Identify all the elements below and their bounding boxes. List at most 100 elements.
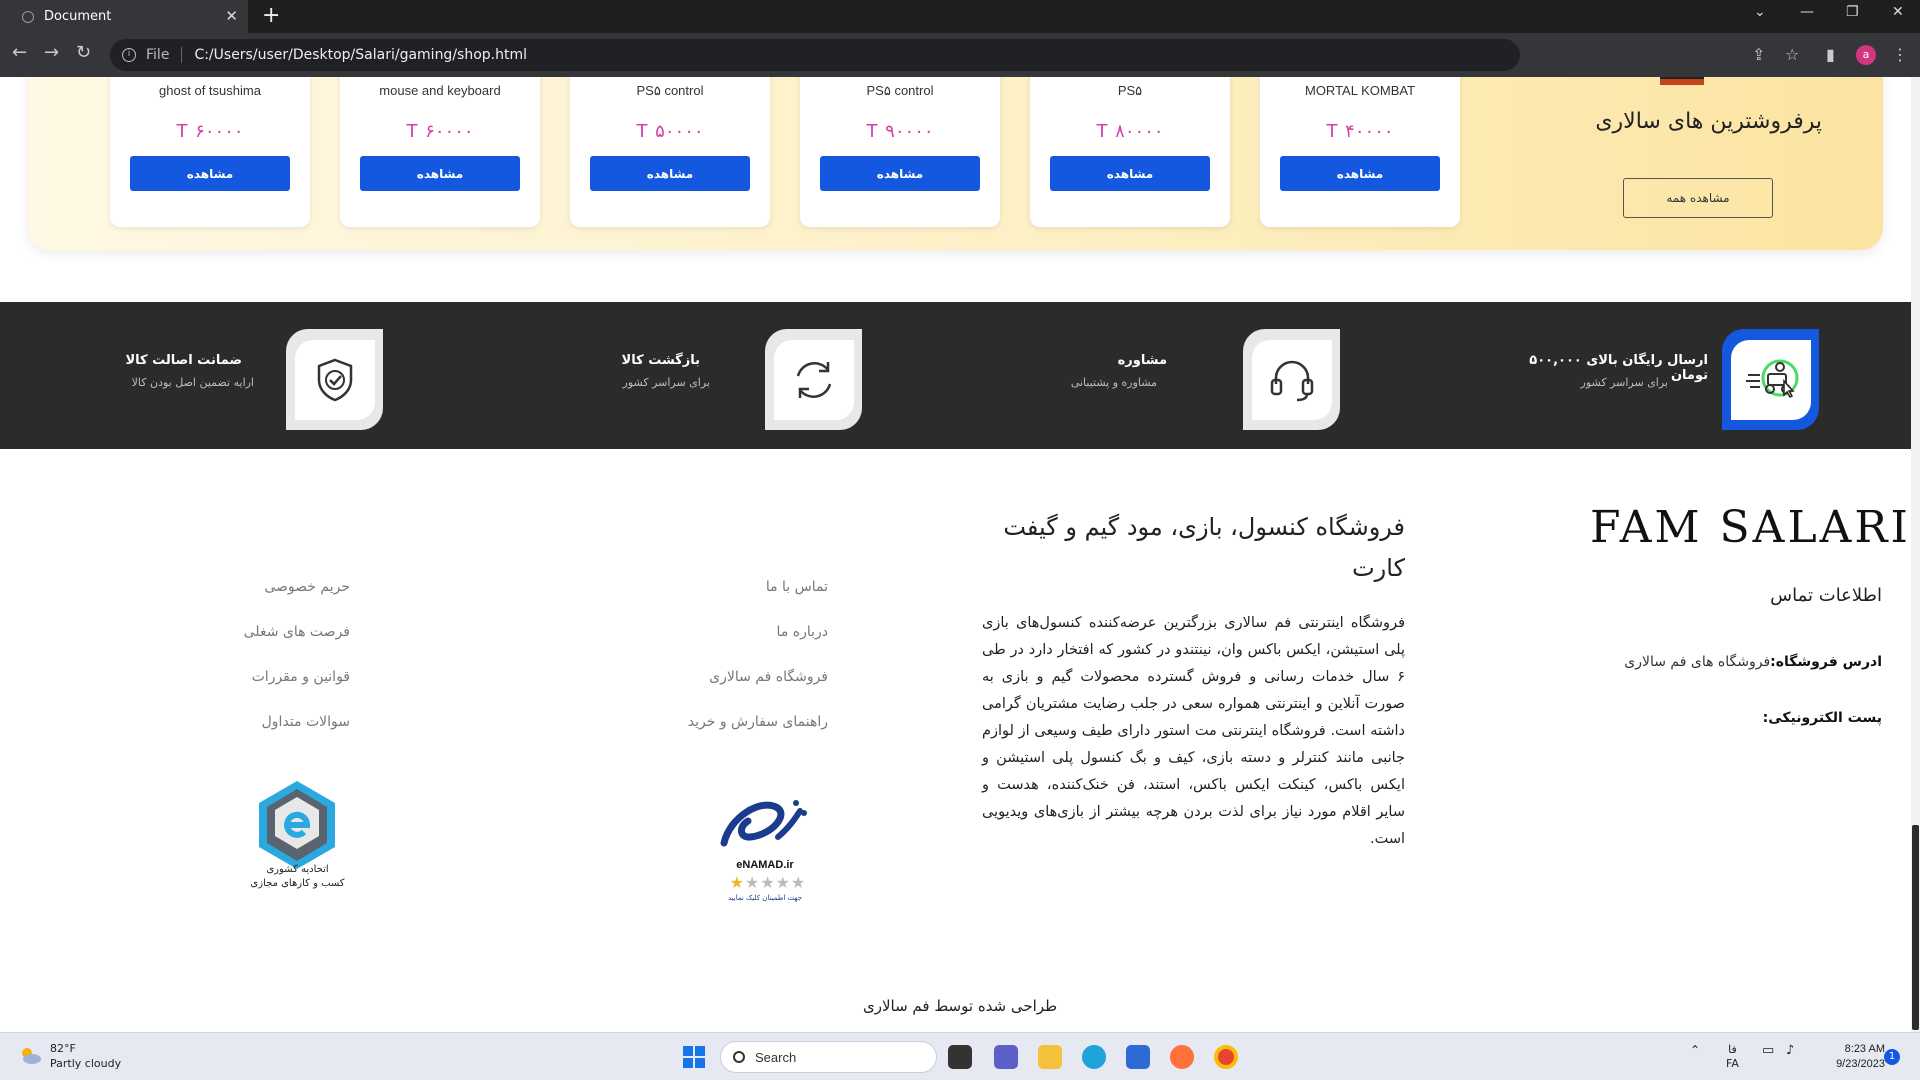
feature-icon-box xyxy=(286,329,383,430)
site-logo[interactable]: FAM SALARI xyxy=(1590,502,1911,553)
edge-icon[interactable] xyxy=(1082,1045,1106,1069)
show-hidden-icons[interactable]: ⌃ xyxy=(1690,1043,1700,1057)
temperature: 82°F xyxy=(50,1042,76,1055)
file-explorer-icon[interactable] xyxy=(1038,1045,1062,1069)
view-product-button[interactable]: مشاهده xyxy=(1050,156,1210,191)
union-badge-icon[interactable] xyxy=(255,777,339,873)
teams-icon[interactable] xyxy=(994,1045,1018,1069)
footer-link[interactable]: راهنمای سفارش و خرید xyxy=(628,714,828,759)
footer-link[interactable]: فرصت های شغلی xyxy=(150,624,350,669)
view-product-button[interactable]: مشاهده xyxy=(130,156,290,191)
menu-icon[interactable]: ⋮ xyxy=(1892,45,1908,64)
store-address: ادرس فروشگاه:فروشگاه های فم سالاری xyxy=(1520,654,1882,670)
enamad-name: eNAMAD.ir xyxy=(736,859,794,871)
browser-toolbar: ← → ↻ i File C:/Users/user/Desktop/Salar… xyxy=(0,33,1920,77)
union-badge-line2: کسب و کارهای مجازی xyxy=(250,878,345,889)
page-viewport: ghost of tsushima T ۶۰۰۰۰ مشاهده mouse a… xyxy=(0,77,1920,1032)
tab-search-icon[interactable]: ⌄ xyxy=(1754,4,1766,20)
footer-link[interactable]: حریم خصوصی xyxy=(150,579,350,624)
union-badge-caption: اتحادیه کشوری کسب و کارهای مجازی xyxy=(230,863,365,891)
taskbar: 82°F Partly cloudy Search ⌃ فا FA ▭ ♪ 8:… xyxy=(0,1032,1920,1080)
clock[interactable]: 8:23 AM 9/23/2023 xyxy=(1815,1042,1885,1072)
product-name: PS۵ xyxy=(1117,83,1143,98)
search-placeholder: Search xyxy=(755,1049,797,1065)
new-tab-button[interactable]: + xyxy=(262,3,280,28)
about-title: فروشگاه کنسول، بازی، مود گیم و گیفت کارت xyxy=(1003,513,1405,582)
taskbar-search[interactable]: Search xyxy=(720,1041,937,1073)
product-price: T ۹۰۰۰۰ xyxy=(866,121,934,142)
start-button[interactable] xyxy=(683,1046,705,1068)
product-card: PS۵ control T ۵۰۰۰۰ مشاهده xyxy=(570,77,770,227)
enamad-badge[interactable]: eNAMAD.ir ★★★★★ جهت اطمینان کلیک نمایید xyxy=(700,777,830,907)
feature-title: بازگشت کالا xyxy=(621,353,700,368)
browser-tab[interactable]: Document ✕ xyxy=(0,0,248,33)
language-indicator[interactable]: فا FA xyxy=(1726,1043,1739,1071)
volume-icon[interactable]: ♪ xyxy=(1786,1043,1794,1058)
view-product-button[interactable]: مشاهده xyxy=(590,156,750,191)
feature-title: ضمانت اصالت کالا xyxy=(125,353,242,368)
lang-bottom: FA xyxy=(1726,1057,1739,1070)
design-credit: طراحی شده توسط فم سالاری xyxy=(862,997,1058,1015)
feature-title: مشاوره xyxy=(1117,353,1167,368)
feature-icon-box xyxy=(1722,329,1819,430)
store-icon[interactable] xyxy=(1126,1045,1150,1069)
chrome-icon[interactable] xyxy=(1214,1045,1238,1069)
back-icon[interactable]: ← xyxy=(12,42,27,63)
side-panel-icon[interactable]: ▮ xyxy=(1826,45,1835,64)
share-icon[interactable]: ⇪ xyxy=(1752,45,1765,64)
forward-icon[interactable]: → xyxy=(44,42,59,63)
product-name: PS۵ control xyxy=(636,83,704,98)
minimize-button[interactable]: — xyxy=(1800,4,1814,20)
enamad-rating: ★★★★★ xyxy=(718,873,818,892)
url-scheme-label: File xyxy=(146,47,170,63)
footer-links-2: حریم خصوصی فرصت های شغلی قوانین و مقررات… xyxy=(150,579,350,759)
globe-icon xyxy=(22,10,34,23)
date: 9/23/2023 xyxy=(1836,1058,1885,1070)
bestsellers-title: پرفروشترین های سالاری xyxy=(1595,109,1822,134)
search-icon xyxy=(733,1051,745,1063)
feature-icon-box xyxy=(1243,329,1340,430)
product-name: mouse and keyboard xyxy=(379,83,501,98)
site-info-icon[interactable]: i xyxy=(122,48,136,62)
task-view-icon[interactable] xyxy=(948,1045,972,1069)
contact-heading: اطلاعات تماس xyxy=(1770,585,1882,606)
address-bar[interactable]: i File C:/Users/user/Desktop/Salari/gami… xyxy=(110,39,1520,71)
close-tab-icon[interactable]: ✕ xyxy=(225,7,238,25)
product-price: T ۵۰۰۰۰ xyxy=(636,121,704,142)
headset-icon xyxy=(1270,360,1313,401)
scrollbar-thumb[interactable] xyxy=(1912,825,1919,1030)
bookmark-star-icon[interactable]: ☆ xyxy=(1785,45,1799,64)
view-product-button[interactable]: مشاهده xyxy=(820,156,980,191)
footer-link[interactable]: فروشگاه فم سالاری xyxy=(628,669,828,714)
tab-title: Document xyxy=(44,9,112,24)
reload-icon[interactable]: ↻ xyxy=(76,42,91,63)
star-icon: ★★★★ xyxy=(744,873,807,892)
view-product-button[interactable]: مشاهده xyxy=(360,156,520,191)
features-strip: ارسال رایگان بالای ۵۰۰,۰۰۰ تومان برای سر… xyxy=(0,302,1911,449)
view-all-button[interactable]: مشاهده همه xyxy=(1623,178,1773,218)
footer-link[interactable]: درباره ما xyxy=(628,624,828,669)
weather-text: Partly cloudy xyxy=(50,1057,122,1070)
feature-subtitle: مشاوره و پشتیبانی xyxy=(1070,376,1157,389)
profile-avatar[interactable]: a xyxy=(1856,45,1876,65)
tab-strip: Document ✕ + ⌄ — ❐ ✕ xyxy=(0,0,1920,33)
enamad-note: جهت اطمینان کلیک نمایید xyxy=(727,894,803,902)
url-text[interactable]: C:/Users/user/Desktop/Salari/gaming/shop… xyxy=(194,47,527,63)
firefox-icon[interactable] xyxy=(1170,1045,1194,1069)
footer-link[interactable]: تماس با ما xyxy=(628,579,828,624)
restore-button[interactable]: ❐ xyxy=(1846,4,1859,20)
feature-subtitle: برای سراسر کشور xyxy=(1580,376,1668,389)
return-icon xyxy=(796,361,831,398)
product-price: T ۶۰۰۰۰ xyxy=(176,121,244,142)
network-icon[interactable]: ▭ xyxy=(1762,1043,1774,1058)
product-card: PS۵ T ۸۰۰۰۰ مشاهده xyxy=(1030,77,1230,227)
footer-link[interactable]: قوانین و مقررات xyxy=(150,669,350,714)
product-card: mouse and keyboard T ۶۰۰۰۰ مشاهده xyxy=(340,77,540,227)
about-text: فروشگاه اینترنتی فم سالاری بزرگترین عرضه… xyxy=(982,615,1405,847)
enamad-logo-icon xyxy=(720,800,807,847)
view-product-button[interactable]: مشاهده xyxy=(1280,156,1440,191)
window-close-button[interactable]: ✕ xyxy=(1892,4,1904,20)
footer-link[interactable]: سوالات متداول xyxy=(150,714,350,759)
partly-cloudy-icon xyxy=(22,1048,41,1064)
notification-badge[interactable]: 1 xyxy=(1884,1049,1900,1065)
